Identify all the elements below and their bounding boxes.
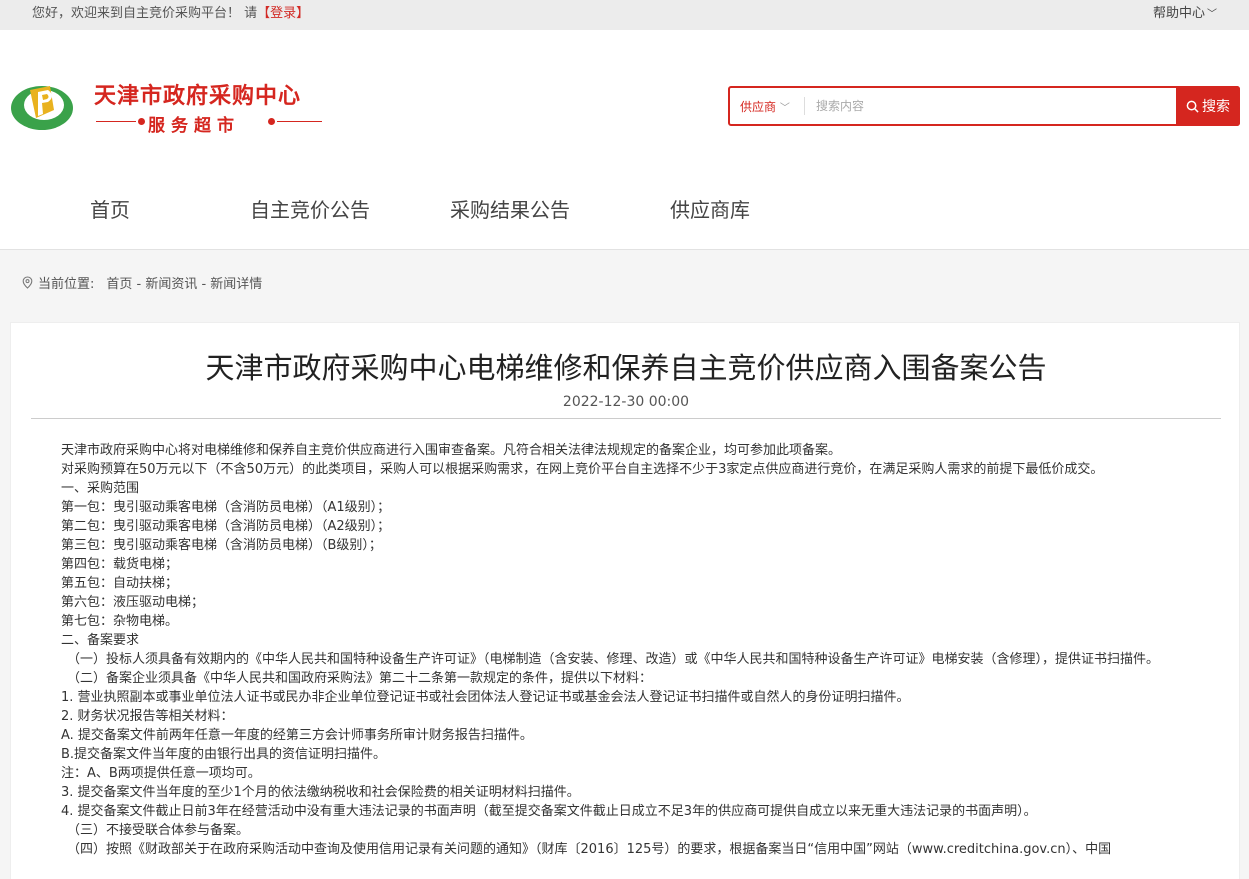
article-paragraph: 第一包：曳引驱动乘客电梯（含消防员电梯）（A1级别）； [61,500,391,515]
article-paragraph: 4. 提交备案文件截止日前3年在经营活动中没有重大违法记录的书面声明（截至提交备… [61,804,1037,819]
chevron-down-icon: ﹀ [1207,9,1217,20]
nav-home[interactable]: 首页 [90,194,130,223]
login-link[interactable]: 【登录】 [257,6,309,21]
decor-line-right [277,121,322,122]
help-center-label: 帮助中心 [1152,6,1205,21]
welcome-message: 您好，欢迎来到自主竞价采购平台！ 请 [32,6,258,21]
nav-supplier-library[interactable]: 供应商库 [670,194,750,223]
article-paragraph: 一、采购范围 [61,481,140,496]
article-body: 天津市政府采购中心将对电梯维修和保养自主竞价供应商进行入围审查备案。凡符合相关法… [45,441,1205,859]
breadcrumb: 当前位置: 首页 - 新闻资讯 - 新闻详情 [22,273,262,292]
article-paragraph: 2. 财务状况报告等相关材料： [61,709,234,724]
search-button-label: 搜索 [1202,99,1230,115]
article-paragraph: 第四包：载货电梯； [61,557,179,572]
article-paragraph: （二）备案企业须具备《中华人民共和国政府采购法》第二十二条第一款规定的条件，提供… [67,671,653,686]
logo-title: 天津市政府采购中心 [94,84,302,109]
nav-result-notices[interactable]: 采购结果公告 [450,194,570,223]
article-paragraph: B.提交备案文件当年度的由银行出具的资信证明扫描件。 [61,747,387,762]
location-pin-icon [22,276,33,289]
article-paragraph: 对采购预算在50万元以下（不含50万元）的此类项目，采购人可以根据采购需求，在网… [61,462,1104,477]
article-paragraph: 第七包：杂物电梯。 [61,614,179,629]
search-icon [1186,100,1199,113]
article-paragraph: （四）按照《财政部关于在政府采购活动中查询及使用信用记录有关问题的通知》（财库〔… [67,842,1112,857]
article-panel: 天津市政府采购中心电梯维修和保养自主竞价供应商入围备案公告 2022-12-30… [10,322,1240,879]
decor-dot-left [138,118,145,125]
article-paragraph: 第二包：曳引驱动乘客电梯（含消防员电梯）（A2级别）； [61,519,391,534]
search-button[interactable]: 搜索 [1176,86,1240,126]
logo-icon[interactable] [10,78,74,132]
article-paragraph: 第六包：液压驱动电梯； [61,595,205,610]
breadcrumb-path[interactable]: 首页 - 新闻资讯 - 新闻详情 [106,273,262,292]
site-header: 天津市政府采购中心 服务超市 供应商 ﹀ 搜索 首页 自主竞价公告 采购结果公告… [0,30,1249,250]
search-type-label: 供应商 [740,100,777,114]
search-divider [804,97,805,115]
search-bar: 供应商 ﹀ 搜索 [728,86,1240,126]
article-paragraph: 注：A、B两项提供任意一项均可。 [61,766,261,781]
article-paragraph: （一）投标人须具备有效期内的《中华人民共和国特种设备生产许可证》（电梯制造（含安… [67,652,1160,667]
article-paragraph: 3. 提交备案文件当年度的至少1个月的依法缴纳税收和社会保险费的相关证明材料扫描… [61,785,580,800]
help-center-menu[interactable]: 帮助中心 ﹀ [1153,2,1217,21]
logo-subtitle: 服务超市 [148,116,240,136]
breadcrumb-label: 当前位置: [38,277,95,292]
article-paragraph: 天津市政府采购中心将对电梯维修和保养自主竞价供应商进行入围审查备案。凡符合相关法… [61,443,842,458]
article-title: 天津市政府采购中心电梯维修和保养自主竞价供应商入围备案公告 [205,351,1047,385]
nav-bidding-notices[interactable]: 自主竞价公告 [250,194,370,223]
title-divider [31,418,1221,419]
welcome-text: 您好，欢迎来到自主竞价采购平台！ 请【登录】 [32,2,309,21]
logo-subtitle-group: 服务超市 [96,112,328,136]
decor-line-left [96,121,136,122]
search-type-select[interactable]: 供应商 ﹀ [740,98,790,115]
search-input[interactable] [816,93,1172,119]
article-paragraph: 第三包：曳引驱动乘客电梯（含消防员电梯）（B级别）； [61,538,382,553]
top-bar: 您好，欢迎来到自主竞价采购平台！ 请【登录】 帮助中心 ﹀ [0,0,1249,30]
article-paragraph: 二、备案要求 [61,633,140,648]
chevron-down-icon: ﹀ [779,103,790,114]
article-date: 2022-12-30 00:00 [562,394,690,410]
article-paragraph: （三）不接受联合体参与备案。 [67,823,250,838]
article-paragraph: A. 提交备案文件前两年任意一年度的经第三方会计师事务所审计财务报告扫描件。 [61,728,533,743]
article-paragraph: 第五包：自动扶梯； [61,576,179,591]
decor-dot-right [268,118,275,125]
article-paragraph: 1. 营业执照副本或事业单位法人证书或民办非企业单位登记证书或社会团体法人登记证… [61,690,910,705]
